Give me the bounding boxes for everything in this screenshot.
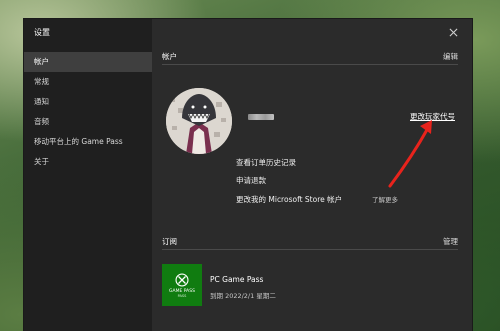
annotation-arrow — [388, 120, 432, 188]
